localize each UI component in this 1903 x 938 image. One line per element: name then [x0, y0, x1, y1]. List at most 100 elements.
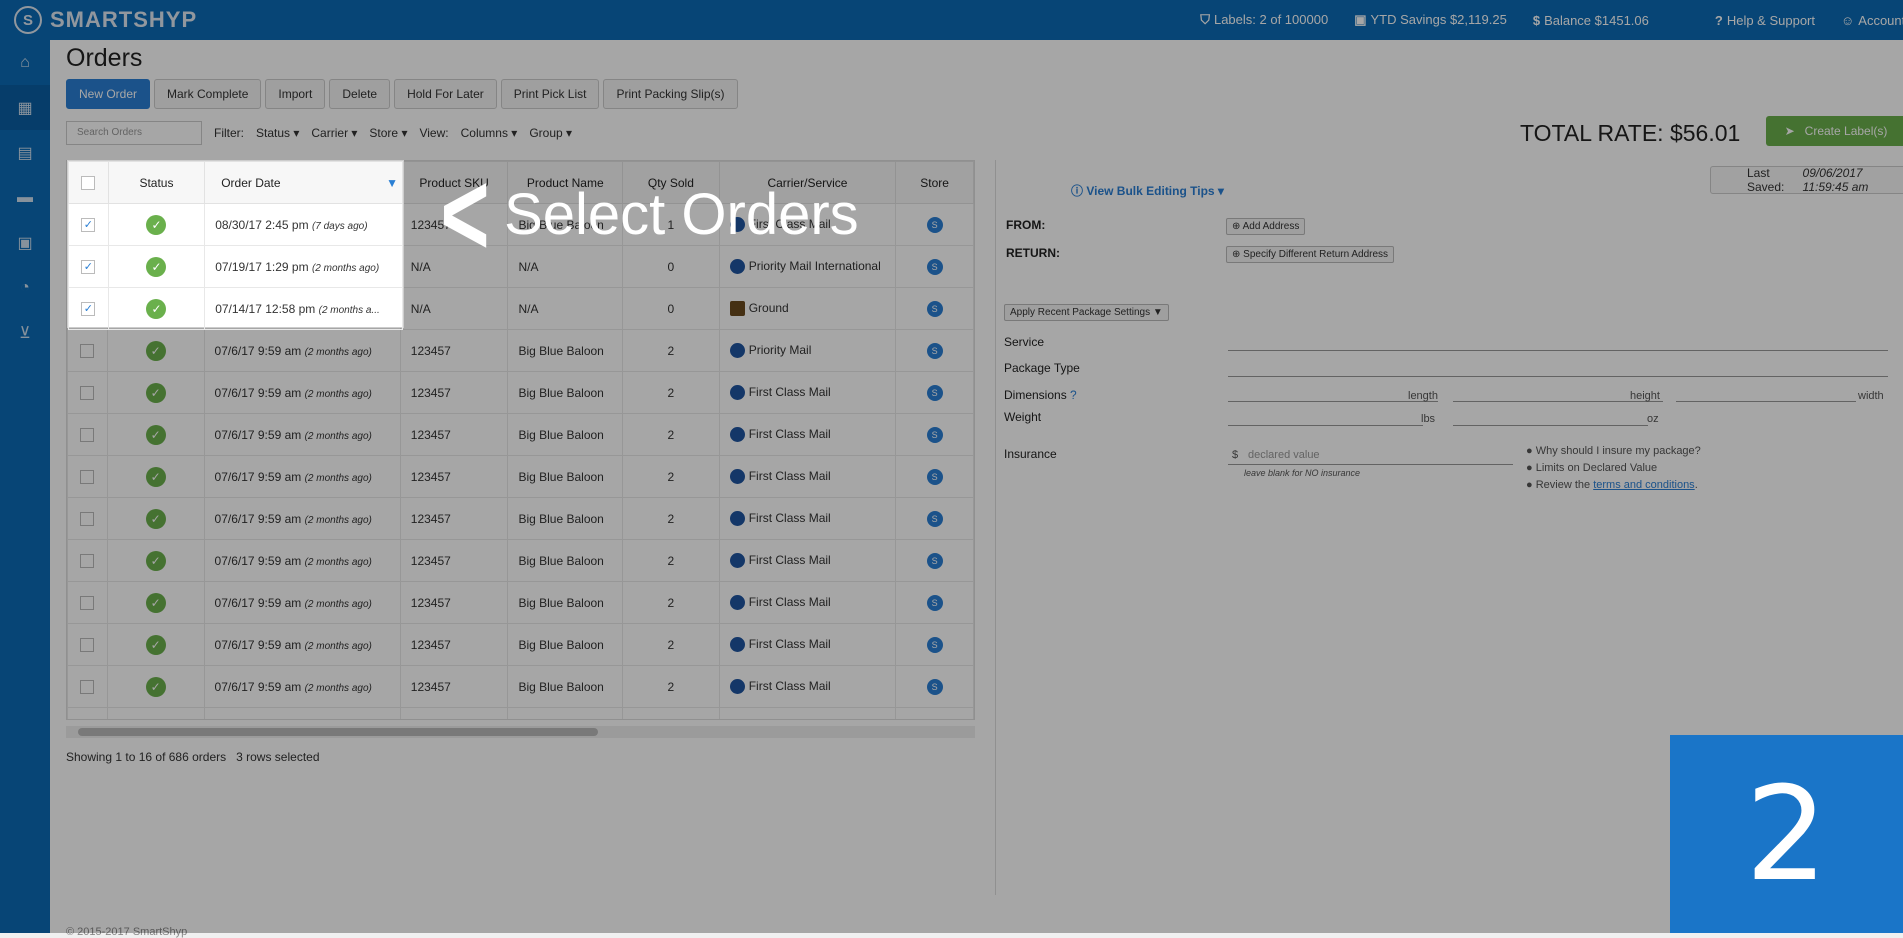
- bulk-tips-link[interactable]: ⓘ View Bulk Editing Tips ▾: [1071, 182, 1224, 199]
- print-packing-slip-button[interactable]: Print Packing Slip(s): [603, 79, 738, 109]
- length-input[interactable]: [1228, 401, 1438, 402]
- row-select-cell[interactable]: [67, 497, 108, 540]
- help-link[interactable]: ? Help & Support: [1715, 13, 1815, 28]
- highlight-col-status[interactable]: Status: [107, 161, 206, 204]
- check-circle-icon: ✓: [145, 550, 166, 571]
- row-checkbox[interactable]: [80, 427, 95, 442]
- store-filter[interactable]: Store: [369, 126, 407, 140]
- table-row[interactable]: ✓ 07/6/17 9:59 am (2 months ago) 123457 …: [67, 707, 974, 719]
- selected-row[interactable]: ✓ ✓ 08/30/17 2:45 pm (7 days ago): [68, 203, 403, 246]
- contacts-icon[interactable]: ▣: [0, 220, 50, 265]
- declared-value-input[interactable]: declared value: [1248, 449, 1320, 461]
- basket-icon[interactable]: ▦: [0, 85, 50, 130]
- row-select-cell[interactable]: [67, 329, 108, 372]
- mark-complete-button[interactable]: Mark Complete: [154, 79, 262, 109]
- import-button[interactable]: Import: [265, 79, 326, 109]
- limits-link[interactable]: ● Limits on Declared Value: [1526, 462, 1657, 474]
- highlight-col-order-date[interactable]: Order Date ▼: [204, 161, 403, 204]
- table-row[interactable]: ✓ 07/6/17 9:59 am (2 months ago) 123457 …: [67, 539, 974, 582]
- row-checkbox[interactable]: ✓: [81, 217, 96, 232]
- row-select-cell[interactable]: ✓: [68, 245, 109, 288]
- row-checkbox[interactable]: [80, 679, 95, 694]
- cart-icon[interactable]: ⊻: [0, 310, 50, 355]
- product-name-cell: Big Blue Baloon: [507, 455, 624, 498]
- table-row[interactable]: ✓ 07/6/17 9:59 am (2 months ago) 123457 …: [67, 581, 974, 624]
- terms-link[interactable]: terms and conditions: [1593, 479, 1695, 491]
- status-cell: ✓: [106, 455, 205, 498]
- row-select-cell[interactable]: ✓: [68, 287, 109, 330]
- table-row[interactable]: ✓ 07/6/17 9:59 am (2 months ago) 123457 …: [67, 455, 974, 498]
- help-icon[interactable]: ?: [1070, 388, 1077, 402]
- create-label-button[interactable]: ➤ Create Label(s): [1766, 116, 1903, 146]
- lbs-input[interactable]: [1228, 425, 1423, 426]
- select-all-checkbox[interactable]: [81, 175, 96, 190]
- horizontal-scrollbar[interactable]: [66, 726, 975, 738]
- apply-recent-button[interactable]: Apply Recent Package Settings ▼: [1004, 304, 1169, 321]
- status-filter[interactable]: Status: [256, 126, 299, 140]
- table-row[interactable]: ✓ 07/6/17 9:59 am (2 months ago) 123457 …: [67, 623, 974, 666]
- selected-row[interactable]: ✓ ✓ 07/19/17 1:29 pm (2 months ago): [68, 245, 403, 288]
- row-checkbox[interactable]: [80, 469, 95, 484]
- row-select-cell[interactable]: [67, 623, 108, 666]
- hold-button[interactable]: Hold For Later: [394, 79, 497, 109]
- row-select-cell[interactable]: [67, 413, 108, 456]
- row-checkbox[interactable]: [80, 553, 95, 568]
- store-logo-icon: S: [926, 678, 943, 695]
- row-checkbox[interactable]: [80, 595, 95, 610]
- search-input[interactable]: Search Orders: [66, 121, 202, 145]
- table-row[interactable]: ✓ 07/6/17 9:59 am (2 months ago) 123457 …: [67, 371, 974, 414]
- row-select-cell[interactable]: [67, 371, 108, 414]
- different-return-button[interactable]: ⊕ Specify Different Return Address: [1226, 246, 1395, 263]
- store-logo-icon: S: [926, 552, 943, 569]
- selected-row[interactable]: ✓ ✓ 07/14/17 12:58 pm (2 months a...: [68, 287, 403, 330]
- row-checkbox[interactable]: [80, 511, 95, 526]
- home-icon[interactable]: ⌂: [0, 40, 50, 85]
- calendar-icon[interactable]: ▤: [0, 130, 50, 175]
- from-label: FROM:: [1006, 218, 1046, 232]
- carrier-cell: First Class Mail: [718, 665, 897, 708]
- highlight-select-all[interactable]: [68, 161, 109, 204]
- savings-stat[interactable]: ▣ YTD Savings $2,119.25: [1354, 12, 1507, 28]
- add-address-button[interactable]: ⊕ Add Address: [1226, 218, 1306, 235]
- row-checkbox[interactable]: [80, 385, 95, 400]
- row-select-cell[interactable]: [67, 665, 108, 708]
- col-store[interactable]: Store: [895, 161, 974, 204]
- balance-stat[interactable]: $ Balance $1451.06: [1533, 13, 1649, 28]
- brand-logo[interactable]: S SMARTSHYP: [0, 6, 240, 34]
- carrier-filter[interactable]: Carrier: [311, 126, 357, 140]
- check-circle-icon: ✓: [145, 634, 166, 655]
- chart-icon[interactable]: ◔: [0, 265, 50, 310]
- row-select-cell[interactable]: [67, 707, 108, 719]
- labels-stat[interactable]: ⛉ Labels: 2 of 100000: [1200, 12, 1328, 28]
- truck-icon[interactable]: ▬: [0, 175, 50, 220]
- row-checkbox[interactable]: ✓: [81, 259, 96, 274]
- carrier-cell: First Class Mail: [718, 371, 897, 414]
- row-checkbox[interactable]: [80, 637, 95, 652]
- account-menu[interactable]: ☺ Account: [1841, 13, 1903, 28]
- delete-button[interactable]: Delete: [329, 79, 391, 109]
- top-bar: S SMARTSHYP ⛉ Labels: 2 of 100000 ▣ YTD Sa…: [0, 0, 1903, 40]
- row-select-cell[interactable]: [67, 539, 108, 582]
- row-checkbox[interactable]: ✓: [81, 301, 96, 316]
- width-input[interactable]: [1676, 401, 1856, 402]
- package-type-select[interactable]: [1228, 376, 1888, 377]
- check-circle-icon: ✓: [145, 382, 166, 403]
- row-select-cell[interactable]: [67, 455, 108, 498]
- row-select-cell[interactable]: [67, 581, 108, 624]
- table-row[interactable]: ✓ 07/6/17 9:59 am (2 months ago) 123457 …: [67, 329, 974, 372]
- scroll-thumb[interactable]: [78, 728, 598, 736]
- table-row[interactable]: ✓ 07/6/17 9:59 am (2 months ago) 123457 …: [67, 413, 974, 456]
- columns-dropdown[interactable]: Columns: [461, 126, 518, 140]
- check-circle-icon: ✓: [145, 592, 166, 613]
- service-select[interactable]: [1228, 350, 1888, 351]
- usps-logo-icon: [729, 469, 745, 485]
- table-row[interactable]: ✓ 07/6/17 9:59 am (2 months ago) 123457 …: [67, 665, 974, 708]
- new-order-button[interactable]: New Order: [66, 79, 151, 109]
- oz-input[interactable]: [1453, 425, 1648, 426]
- row-select-cell[interactable]: ✓: [68, 203, 109, 246]
- group-dropdown[interactable]: Group: [529, 126, 572, 140]
- table-row[interactable]: ✓ 07/6/17 9:59 am (2 months ago) 123457 …: [67, 497, 974, 540]
- print-pick-list-button[interactable]: Print Pick List: [500, 79, 600, 109]
- why-insure-link[interactable]: ● Why should I insure my package?: [1526, 445, 1701, 457]
- row-checkbox[interactable]: [80, 343, 95, 358]
